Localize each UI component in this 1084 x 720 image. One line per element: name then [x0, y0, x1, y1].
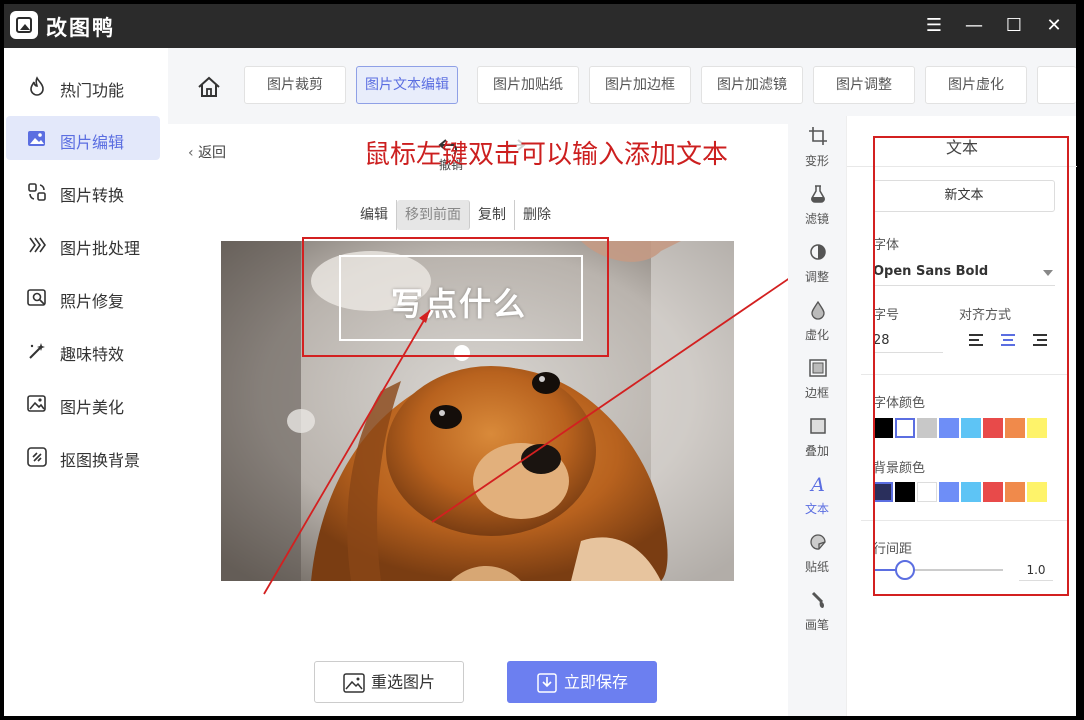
tab-sticker[interactable]: 图片加贴纸: [477, 66, 579, 104]
text-icon: A: [809, 474, 825, 494]
rail-item-transform[interactable]: 变形: [788, 120, 846, 178]
rail-label: 文本: [804, 502, 829, 516]
rail-item-blur[interactable]: 虚化: [788, 294, 846, 352]
sidebar-item-batch[interactable]: 图片批处理: [6, 222, 160, 266]
tool-tabs-bar: 图片裁剪 图片文本编辑 图片加贴纸 图片加边框 图片加滤镜 图片调整 图片虚化: [168, 48, 1076, 124]
text-properties-panel: 文本 新文本 字体 Open Sans Bold 字号 对齐方式 28 字体颜色…: [846, 116, 1077, 716]
tab-adjust[interactable]: 图片调整: [813, 66, 915, 104]
crop-icon: [809, 127, 827, 145]
sidebar-item-cutout[interactable]: 抠图换背景: [6, 434, 160, 478]
rail-item-sticker[interactable]: 贴纸: [788, 526, 846, 584]
app-logo-icon: [10, 11, 38, 39]
sidebar-item-label: 图片转换: [60, 186, 125, 205]
cutout-icon: [27, 447, 47, 467]
annotation-arrow-line: [431, 240, 845, 523]
maximize-icon[interactable]: ☐: [1000, 12, 1028, 40]
rail-label: 边框: [804, 386, 829, 400]
sidebar-item-beautify[interactable]: 图片美化: [6, 381, 160, 425]
image-edit-icon: [28, 131, 45, 146]
border-icon: [809, 359, 827, 377]
fire-icon: [30, 76, 44, 96]
photo-repair-icon: [27, 289, 46, 306]
rail-item-overlay[interactable]: 叠加: [788, 410, 846, 468]
rail-label: 叠加: [804, 444, 829, 458]
sidebar-item-repair[interactable]: 照片修复: [6, 275, 160, 319]
menu-icon[interactable]: ☰: [920, 12, 948, 40]
sidebar-item-label: 图片批处理: [60, 239, 141, 258]
tool-rail: 变形 滤镜 调整 虚化 边框 叠加 A 文本 贴纸 画笔: [788, 116, 846, 716]
tab-border[interactable]: 图片加边框: [589, 66, 691, 104]
rail-label: 调整: [804, 270, 829, 284]
rail-item-adjust[interactable]: 调整: [788, 236, 846, 294]
editor-canvas: ‹ 返回 撤销 鼠标左键双击可以输入添加文本 编辑 移到前面 复制 删除 写点什…: [168, 124, 845, 716]
rail-label: 虚化: [804, 328, 829, 342]
rail-item-text[interactable]: A 文本: [788, 468, 846, 526]
rail-label: 滤镜: [804, 212, 829, 226]
sticker-icon: [810, 534, 826, 550]
rail-label: 画笔: [804, 618, 829, 632]
blur-drop-icon: [811, 300, 825, 320]
adjust-icon: [810, 244, 826, 260]
rail-label: 贴纸: [804, 560, 829, 574]
svg-text:A: A: [809, 474, 825, 494]
tab-blur[interactable]: 图片虚化: [925, 66, 1027, 104]
annotation-arrows: [263, 240, 845, 595]
overlay-icon: [810, 418, 826, 434]
tab-filter[interactable]: 图片加滤镜: [701, 66, 803, 104]
sidebar-item-label: 热门功能: [60, 81, 125, 100]
batch-icon: [29, 237, 46, 253]
sidebar-item-convert[interactable]: 图片转换: [6, 169, 160, 213]
sidebar-item-label: 照片修复: [60, 292, 125, 311]
arrowhead: [419, 310, 430, 323]
rail-item-brush[interactable]: 画笔: [788, 584, 846, 642]
app-title: 改图鸭: [46, 16, 115, 40]
sidebar-item-effects[interactable]: 趣味特效: [6, 328, 160, 372]
sidebar-item-hot[interactable]: 热门功能: [6, 64, 160, 108]
convert-icon: [28, 183, 46, 201]
home-icon[interactable]: [196, 74, 222, 100]
annotation-highlight-box: [873, 136, 1069, 596]
sidebar: 热门功能 图片编辑 图片转换 图片批处理 照片修复 趣味特效 图片美化 抠图换背…: [4, 48, 168, 716]
sidebar-item-label: 抠图换背景: [60, 451, 141, 470]
sidebar-item-label: 趣味特效: [60, 345, 125, 364]
title-bar: 改图鸭 ☰ — ☐ ✕: [4, 4, 1076, 48]
annotation-arrow-line: [263, 309, 431, 595]
rail-label: 变形: [804, 154, 829, 168]
sidebar-item-image-edit[interactable]: 图片编辑: [6, 116, 160, 160]
tab-text-edit[interactable]: 图片文本编辑: [356, 66, 458, 104]
close-icon[interactable]: ✕: [1040, 12, 1068, 40]
filter-icon: [811, 185, 825, 203]
minimize-icon[interactable]: —: [960, 12, 988, 40]
sidebar-item-label: 图片美化: [60, 398, 125, 417]
magic-wand-icon: [29, 343, 45, 359]
rail-item-filter[interactable]: 滤镜: [788, 178, 846, 236]
tab-crop[interactable]: 图片裁剪: [244, 66, 346, 104]
sidebar-item-label: 图片编辑: [60, 133, 125, 152]
app-window: 改图鸭 ☰ — ☐ ✕ 热门功能 图片编辑 图片转换 图片批处理 照片修复 趣味…: [4, 4, 1077, 716]
brush-icon: [811, 591, 824, 608]
tab-more[interactable]: [1037, 66, 1076, 104]
beautify-icon: [27, 395, 46, 412]
rail-item-border[interactable]: 边框: [788, 352, 846, 410]
